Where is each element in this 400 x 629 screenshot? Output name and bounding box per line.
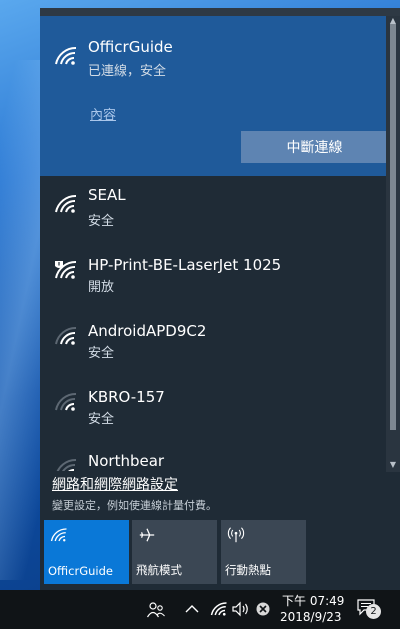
volume-icon[interactable] bbox=[232, 601, 250, 617]
network-name: HP-Print-BE-LaserJet 1025 bbox=[88, 256, 282, 274]
wifi-icon bbox=[56, 458, 77, 471]
flyout-top-edge bbox=[40, 8, 400, 16]
wifi-icon[interactable] bbox=[210, 601, 228, 617]
airplane-mode-quick-action[interactable]: 飛航模式 bbox=[132, 520, 217, 584]
network-name: KBRO-157 bbox=[88, 388, 165, 406]
wifi-icon bbox=[55, 392, 77, 411]
mobile-hotspot-label: 行動熱點 bbox=[225, 563, 271, 577]
network-item-northbear[interactable]: Northbear bbox=[40, 440, 386, 471]
notification-center[interactable]: 2 bbox=[356, 598, 381, 620]
notification-badge: 2 bbox=[366, 604, 381, 619]
network-settings: 網路和網際網路設定 變更設定，例如使連線計量付費。 bbox=[40, 472, 400, 520]
network-item-androidapd9c2[interactable]: AndroidAPD9C2 安全 bbox=[40, 308, 386, 374]
disconnect-button[interactable]: 中斷連線 bbox=[241, 131, 388, 163]
wifi-icon bbox=[50, 528, 67, 542]
taskbar-date[interactable]: 2018/9/23 bbox=[280, 610, 342, 624]
airplane-mode-label: 飛航模式 bbox=[136, 563, 182, 577]
network-flyout: OfficrGuide 已連線，安全 內容 中斷連線 SEAL 安全 HP-Pr… bbox=[40, 8, 400, 590]
scroll-down-icon[interactable]: ▼ bbox=[386, 460, 400, 470]
error-icon[interactable] bbox=[256, 602, 270, 616]
wifi-open-warning-icon bbox=[55, 260, 77, 279]
network-list: SEAL 安全 HP-Print-BE-LaserJet 1025 開放 And… bbox=[40, 176, 386, 471]
people-icon[interactable] bbox=[146, 600, 166, 620]
hotspot-icon bbox=[227, 527, 245, 543]
mobile-hotspot-quick-action[interactable]: 行動熱點 bbox=[221, 520, 306, 584]
network-status: 安全 bbox=[88, 214, 115, 229]
network-status: 安全 bbox=[88, 346, 115, 361]
network-item-seal[interactable]: SEAL 安全 bbox=[40, 176, 386, 242]
network-settings-description: 變更設定，例如使連線計量付費。 bbox=[52, 499, 217, 512]
network-list-scrollbar[interactable]: ▲ ▼ bbox=[386, 16, 400, 472]
network-item-hp-print[interactable]: HP-Print-BE-LaserJet 1025 開放 bbox=[40, 242, 386, 308]
network-name: SEAL bbox=[88, 186, 126, 204]
connected-network-status: 已連線，安全 bbox=[88, 64, 167, 79]
airplane-icon bbox=[139, 528, 155, 542]
network-item-kbro-157[interactable]: KBRO-157 安全 bbox=[40, 374, 386, 440]
network-status: 安全 bbox=[88, 412, 115, 427]
network-name: AndroidAPD9C2 bbox=[88, 322, 207, 340]
taskbar-time[interactable]: 下午 07:49 bbox=[282, 592, 344, 609]
network-name: Northbear bbox=[88, 452, 165, 470]
wifi-quick-action[interactable]: OfficrGuide bbox=[44, 520, 129, 584]
properties-link[interactable]: 內容 bbox=[90, 104, 116, 123]
connected-network-name: OfficrGuide bbox=[88, 38, 173, 56]
wifi-icon bbox=[55, 194, 77, 213]
taskbar: 下午 07:49 2018/9/23 2 bbox=[0, 590, 400, 629]
network-status: 開放 bbox=[88, 280, 115, 295]
wifi-icon bbox=[55, 326, 77, 345]
network-settings-link[interactable]: 網路和網際網路設定 bbox=[52, 474, 178, 494]
wifi-icon bbox=[55, 46, 77, 65]
chevron-up-icon[interactable] bbox=[185, 603, 199, 615]
wifi-quick-action-label: OfficrGuide bbox=[48, 564, 113, 578]
scrollbar-thumb[interactable] bbox=[390, 24, 396, 430]
connected-network[interactable]: OfficrGuide 已連線，安全 內容 中斷連線 bbox=[40, 16, 388, 176]
